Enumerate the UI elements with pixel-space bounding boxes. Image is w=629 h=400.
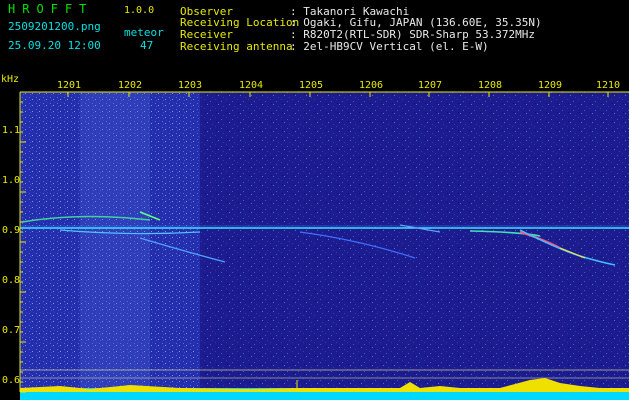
interference-core (80, 92, 150, 392)
x-tick-label: 1206 (359, 80, 384, 91)
spectrogram-plot (19, 91, 629, 400)
x-tick-label: 1208 (478, 80, 503, 91)
hrofft-window: HROFFT 1.0.0 2509201200.png meteor 25.09… (0, 0, 629, 400)
x-tick-label: 1207 (418, 80, 443, 91)
x-tick-label: 1203 (178, 80, 203, 91)
y-tick-label: 1.1 (2, 125, 21, 136)
x-tick-label: 1201 (57, 80, 82, 91)
y-tick-label: 0.8 (2, 275, 21, 286)
y-tick-label: 0.6 (2, 375, 21, 386)
y-tick-label: 0.9 (2, 225, 21, 236)
x-tick-label: 1205 (299, 80, 324, 91)
x-tick-label: 1202 (118, 80, 143, 91)
x-tick-label: 1209 (538, 80, 563, 91)
x-tick-label: 1204 (239, 80, 264, 91)
y-tick-label: 0.7 (2, 325, 21, 336)
x-tick-label: 1210 (596, 80, 621, 91)
y-tick-label: 1.0 (2, 175, 21, 186)
y-axis-unit: kHz (1, 74, 20, 85)
